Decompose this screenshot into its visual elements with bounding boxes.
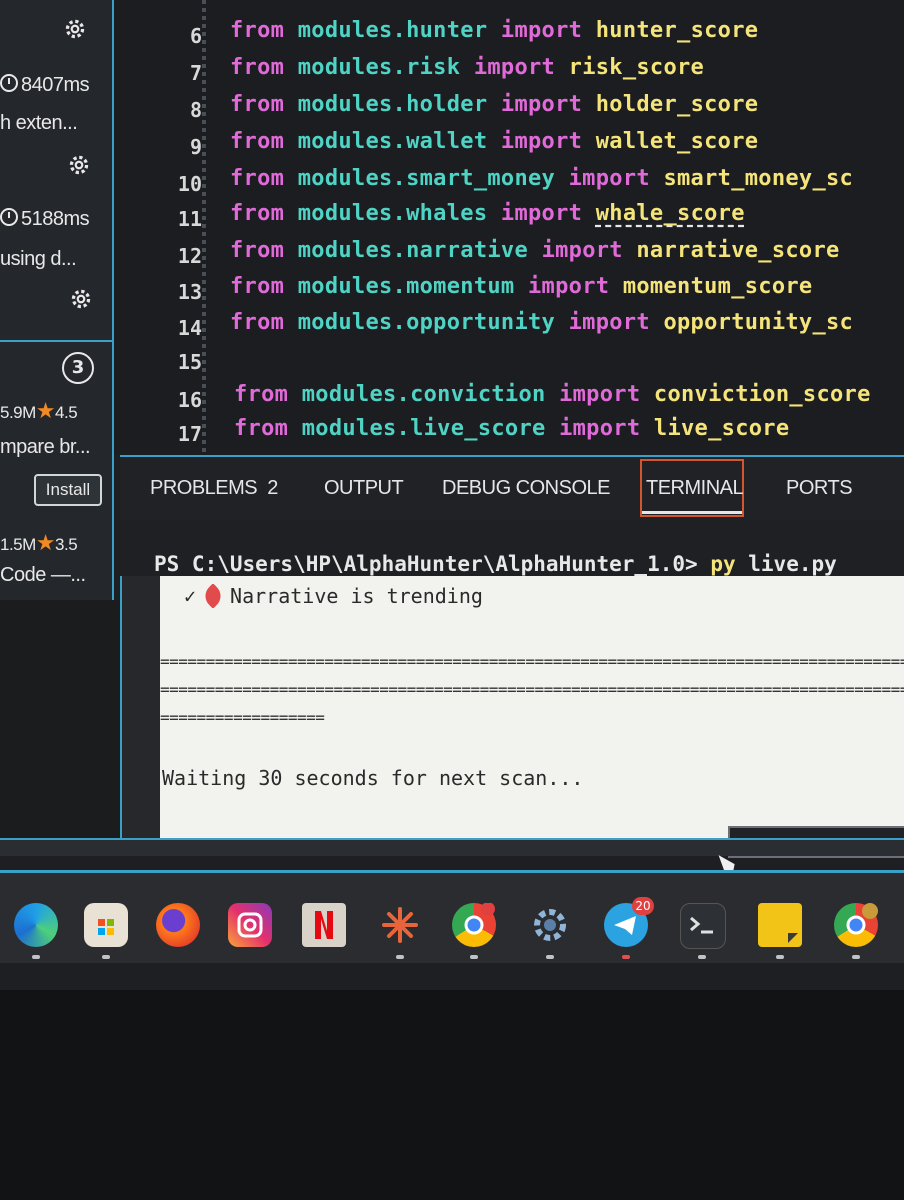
separator-rule: ========================================…	[160, 652, 904, 671]
line-number: 10	[177, 172, 202, 196]
prompt-argument: live.py	[748, 552, 837, 576]
extension-desc: h exten...	[0, 112, 78, 134]
running-indicator	[470, 955, 478, 959]
clock-icon	[0, 208, 18, 226]
gear-icon[interactable]	[66, 152, 92, 178]
notification-badge: 20	[632, 897, 654, 915]
line-number: 12	[177, 244, 202, 268]
running-indicator	[852, 955, 860, 959]
taskbar: 20	[0, 870, 904, 963]
line-number: 14	[177, 316, 202, 340]
gear-icon[interactable]	[68, 286, 94, 312]
star-icon: ★	[35, 530, 56, 555]
code-line[interactable]: from modules.opportunity import opportun…	[230, 310, 853, 335]
extension-desc: using d...	[0, 248, 77, 270]
edge-icon[interactable]	[14, 903, 58, 947]
tab-output[interactable]: OUTPUT	[324, 477, 404, 500]
store-icon[interactable]	[84, 903, 128, 947]
code-line[interactable]: from modules.holder import holder_score	[230, 92, 758, 117]
code-line[interactable]: from modules.wallet import wallet_score	[230, 129, 758, 154]
section-divider	[0, 340, 112, 342]
tab-terminal[interactable]: TERMINAL	[646, 477, 744, 500]
prompt-path: PS C:\Users\HP\AlphaHunter\AlphaHunter_1…	[154, 552, 698, 576]
active-tab-underline	[642, 511, 742, 514]
code-line[interactable]: from modules.live_score import live_scor…	[234, 416, 789, 441]
output-line: Waiting 30 seconds for next scan...	[162, 766, 584, 790]
firefox-icon[interactable]	[156, 903, 200, 947]
running-indicator	[698, 955, 706, 959]
sticky-notes-icon[interactable]	[758, 903, 802, 947]
line-number: 11	[177, 207, 202, 231]
code-line[interactable]: from modules.risk import risk_score	[230, 55, 704, 80]
count-badge: 3	[62, 352, 94, 384]
terminal-frame	[120, 576, 162, 838]
status-bar	[0, 838, 904, 856]
screen: 8407ms h exten... 5188ms using d... 3 5.…	[0, 0, 904, 990]
clock-icon	[0, 74, 18, 92]
code-line[interactable]: from modules.momentum import momentum_sc…	[230, 274, 812, 299]
running-indicator	[102, 955, 110, 959]
terminal-icon[interactable]	[680, 903, 726, 949]
code-line[interactable]: from modules.conviction import convictio…	[234, 382, 871, 407]
separator-rule: ========================================…	[160, 680, 904, 699]
download-count: 1.5M	[0, 535, 36, 554]
running-indicator	[396, 955, 404, 959]
line-number: 6	[189, 24, 202, 48]
code-line[interactable]: from modules.smart_money import smart_mo…	[230, 166, 853, 191]
running-indicator	[622, 955, 630, 959]
instagram-icon[interactable]	[228, 903, 272, 947]
download-count: 5.9M	[0, 403, 36, 422]
tab-problems[interactable]: PROBLEMS 2	[150, 477, 278, 500]
terminal-output[interactable]: ✓ Narrative is trending =================…	[160, 576, 904, 852]
line-number: 16	[177, 388, 202, 412]
extension-desc: Code —...	[0, 564, 86, 586]
desk-surface	[0, 990, 904, 1200]
settings-icon[interactable]	[528, 903, 572, 947]
chrome-icon[interactable]	[452, 902, 496, 947]
line-number: 7	[189, 61, 202, 85]
star-icon: ★	[35, 398, 56, 423]
rating: 3.5	[55, 535, 78, 554]
netflix-icon[interactable]	[302, 903, 346, 947]
claude-icon[interactable]	[378, 903, 422, 947]
line-number: 15	[177, 350, 202, 374]
activation-time: 5188ms	[21, 208, 90, 230]
rocket-icon	[200, 583, 226, 609]
code-editor[interactable]: 6 7 8 9 10 11 12 13 14 15 16 17 from mod…	[114, 0, 904, 455]
output-line: ✓ Narrative is trending	[184, 583, 483, 609]
chrome-profile-icon[interactable]	[834, 903, 878, 947]
extension-desc: mpare br...	[0, 436, 91, 458]
sidebar-empty-area	[0, 600, 135, 840]
terminal-prompt: PS C:\Users\HP\AlphaHunter\AlphaHunter_1…	[154, 552, 837, 576]
unused-import-warning[interactable]: whale_score	[596, 201, 745, 226]
install-button[interactable]: Install	[34, 474, 102, 506]
line-number: 8	[189, 98, 202, 122]
running-indicator	[546, 955, 554, 959]
code-line[interactable]: from modules.narrative import narrative_…	[230, 238, 840, 263]
panel-tab-bar: PROBLEMS 2 OUTPUT DEBUG CONSOLE TERMINAL…	[120, 455, 904, 522]
line-number: 13	[177, 280, 202, 304]
line-number: 17	[177, 422, 202, 446]
rating: 4.5	[55, 403, 78, 422]
code-line[interactable]: from modules.hunter import hunter_score	[230, 18, 758, 43]
line-number-gutter: 6 7 8 9 10 11 12 13 14 15 16 17	[114, 0, 202, 455]
indent-guide	[202, 0, 206, 455]
tab-debug-console[interactable]: DEBUG CONSOLE	[442, 477, 610, 500]
check-icon: ✓	[184, 584, 197, 608]
prompt-command: py	[710, 552, 736, 576]
tab-ports[interactable]: PORTS	[786, 477, 853, 500]
extensions-sidebar: 8407ms h exten... 5188ms using d... 3 5.…	[0, 0, 114, 600]
terminal-prompt-area[interactable]: PS C:\Users\HP\AlphaHunter\AlphaHunter_1…	[120, 520, 904, 576]
gear-icon[interactable]	[62, 16, 88, 42]
running-indicator	[32, 955, 40, 959]
running-indicator	[776, 955, 784, 959]
activation-time: 8407ms	[21, 74, 90, 96]
problems-count: 2	[267, 477, 278, 499]
code-line[interactable]: from modules.whales import whale_score	[230, 201, 745, 226]
line-number: 9	[189, 135, 202, 159]
separator-rule: ==================	[160, 708, 325, 727]
